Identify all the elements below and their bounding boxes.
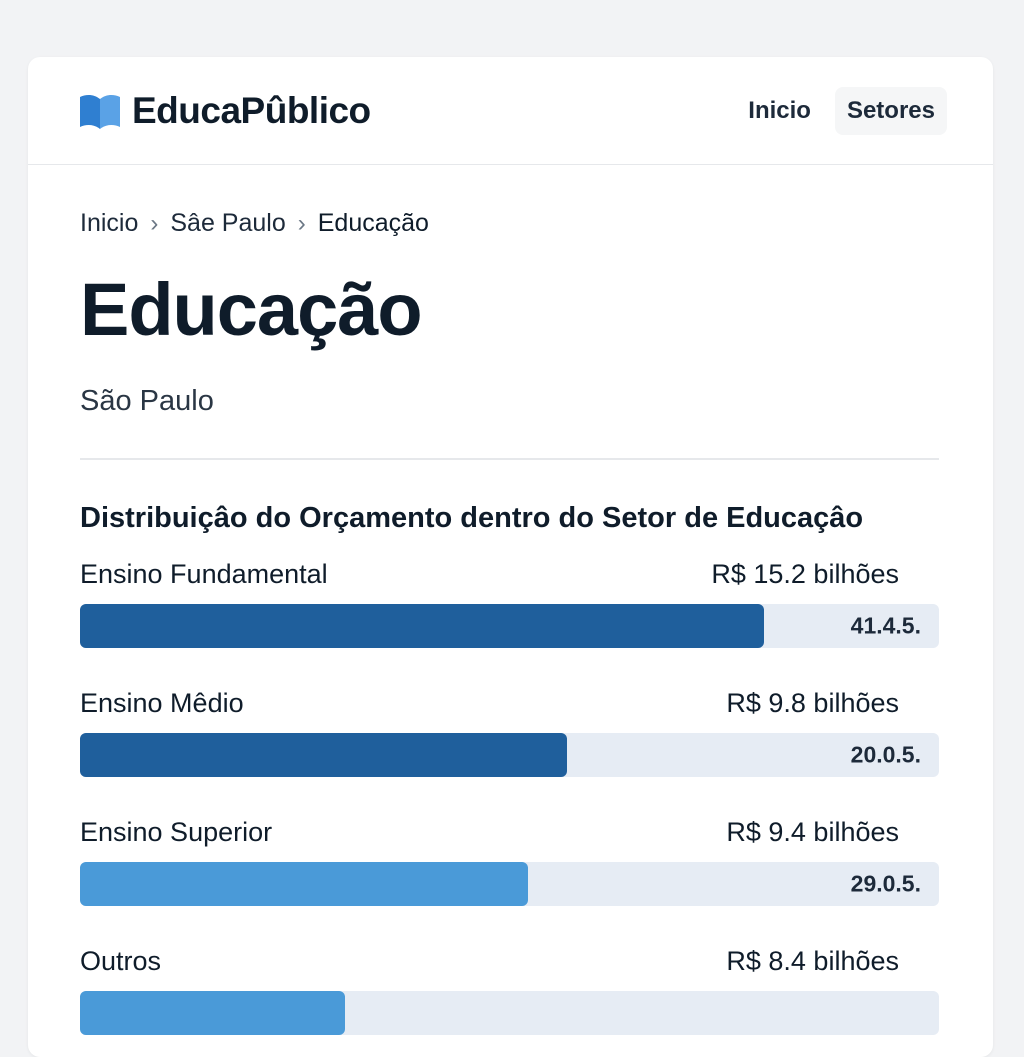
divider xyxy=(80,458,939,460)
progress-track xyxy=(80,991,939,1035)
progress-track: 41.4.5. xyxy=(80,604,939,648)
page-content: Inicio › Sâe Paulo › Educação Educação S… xyxy=(28,209,993,1057)
page-subtitle: São Paulo xyxy=(80,385,214,417)
progress-fill xyxy=(80,991,346,1035)
budget-item-amount: R$ 15.2 bilhões xyxy=(711,559,899,589)
budget-item-label: Ensino Mêdio xyxy=(80,688,244,718)
budget-item-percent: 20.0.5. xyxy=(850,741,921,768)
budget-item-label: Ensino Superior xyxy=(80,817,273,847)
nav-link-inicio[interactable]: Inicio xyxy=(736,87,823,135)
progress-track: 20.0.5. xyxy=(80,733,939,777)
progress-fill xyxy=(80,604,764,648)
open-book-icon xyxy=(80,94,120,129)
budget-item-amount: R$ 8.4 bilhões xyxy=(726,946,899,976)
breadcrumb-sao-paulo[interactable]: Sâe Paulo xyxy=(170,209,285,238)
main-card: EducaPûblico Inicio Setores Inicio › Sâe… xyxy=(28,57,993,1057)
progress-fill xyxy=(80,862,529,906)
page-title: Educação xyxy=(80,268,423,351)
budget-item-label: Outros xyxy=(80,946,162,976)
budget-item-amount: R$ 9.8 bilhões xyxy=(726,688,899,718)
budget-item-amount: R$ 9.4 bilhões xyxy=(726,817,899,847)
brand-logo[interactable]: EducaPûblico xyxy=(78,90,371,132)
breadcrumb: Inicio › Sâe Paulo › Educação xyxy=(80,209,939,238)
chevron-right-icon: › xyxy=(297,209,306,237)
site-header: EducaPûblico Inicio Setores xyxy=(28,57,993,165)
progress-fill xyxy=(80,733,568,777)
budget-item: Ensino Fundamental R$ 15.2 bilhões 41.4.… xyxy=(80,559,939,688)
budget-item-label: Ensino Fundamental xyxy=(80,559,328,589)
budget-item: Ensino Mêdio R$ 9.8 bilhões 20.0.5. xyxy=(80,688,939,817)
brand-name: EducaPûblico xyxy=(132,89,371,131)
budget-item: Ensino Superior R$ 9.4 bilhões 29.0.5. xyxy=(80,817,939,946)
budget-item-percent: 29.0.5. xyxy=(850,870,921,897)
breadcrumb-inicio[interactable]: Inicio xyxy=(80,209,138,238)
budget-item-percent: 41.4.5. xyxy=(850,612,921,639)
breadcrumb-educacao: Educação xyxy=(317,209,429,237)
chevron-right-icon: › xyxy=(150,209,159,237)
progress-track: 29.0.5. xyxy=(80,862,939,906)
top-nav: Inicio Setores xyxy=(736,86,947,135)
nav-link-setores[interactable]: Setores xyxy=(834,86,947,135)
section-title: Distribuiçâo do Orçamento dentro do Seto… xyxy=(80,502,864,534)
budget-item: Outros R$ 8.4 bilhões xyxy=(80,946,939,1057)
budget-list: Ensino Fundamental R$ 15.2 bilhões 41.4.… xyxy=(80,559,939,1057)
